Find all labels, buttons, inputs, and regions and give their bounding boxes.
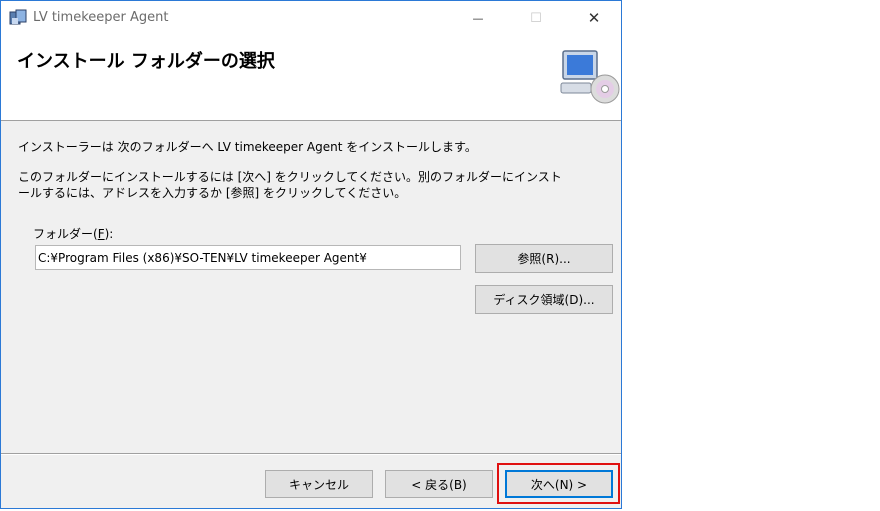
footer-divider	[1, 453, 621, 455]
title-bar[interactable]: LV timekeeper Agent — ☐ ✕	[1, 1, 621, 35]
folder-path-input[interactable]	[35, 245, 461, 270]
minimize-button[interactable]: —	[449, 1, 507, 35]
maximize-button: ☐	[507, 1, 565, 35]
intro-text: インストーラーは 次のフォルダーへ LV timekeeper Agent をイ…	[18, 140, 477, 154]
maximize-icon: ☐	[530, 10, 542, 26]
page-title: インストール フォルダーの選択	[17, 51, 275, 72]
cancel-button[interactable]: キャンセル	[265, 470, 373, 498]
close-icon: ✕	[587, 9, 601, 27]
header-banner: インストール フォルダーの選択	[1, 35, 621, 121]
close-button[interactable]: ✕	[565, 1, 623, 35]
instruction-text-line2: ールするには、アドレスを入力するか [参照] をクリックしてください。	[18, 186, 407, 200]
installer-window: LV timekeeper Agent — ☐ ✕ インストール フォルダーの選…	[0, 0, 622, 509]
browse-button[interactable]: 参照(R)...	[475, 244, 613, 273]
back-button[interactable]: < 戻る(B)	[385, 470, 493, 498]
minimize-icon: —	[472, 11, 484, 25]
installer-app-icon	[9, 9, 27, 25]
next-button-highlight	[497, 463, 620, 504]
computer-cd-icon	[560, 50, 620, 104]
folder-label: フォルダー(F):	[33, 227, 114, 241]
disk-cost-button[interactable]: ディスク領域(D)...	[475, 285, 613, 314]
instruction-text-line1: このフォルダーにインストールするには [次へ] をクリックしてください。別のフォ…	[18, 170, 562, 184]
window-title: LV timekeeper Agent	[33, 10, 169, 25]
